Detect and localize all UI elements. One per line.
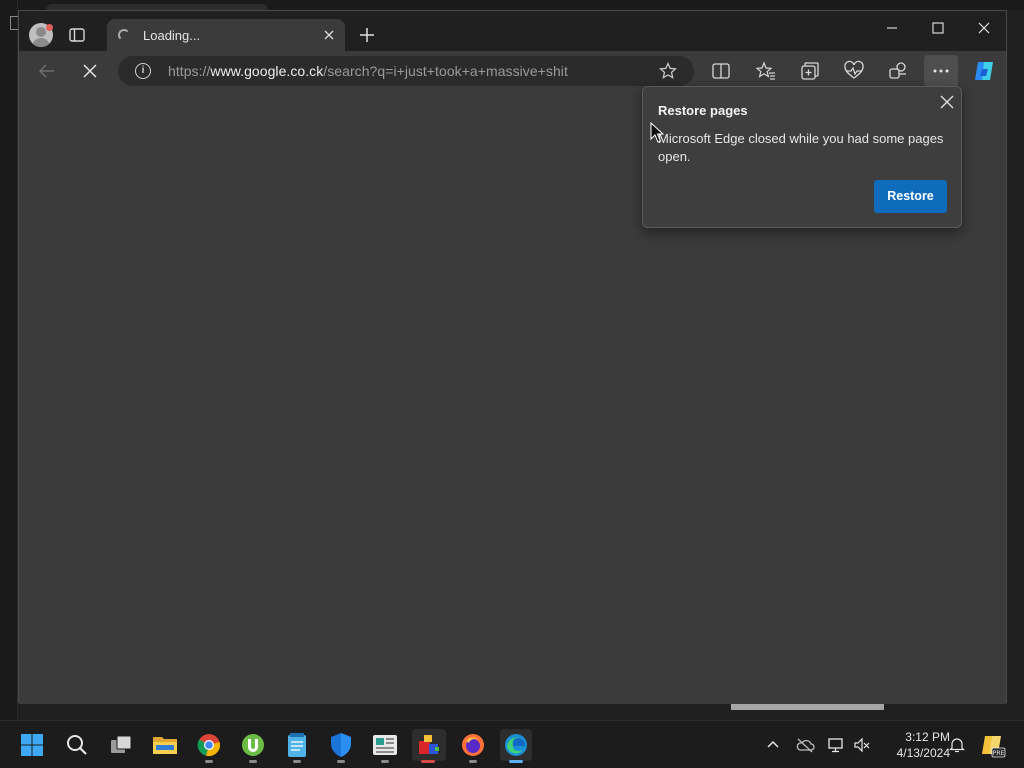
popup-message: Microsoft Edge closed while you had some… — [658, 131, 944, 164]
horizontal-scrollbar[interactable] — [731, 704, 884, 710]
search-icon — [67, 735, 87, 755]
chrome-icon — [197, 734, 220, 756]
desktop-left-strip — [0, 0, 18, 720]
firefox-button[interactable] — [457, 729, 489, 763]
news-app-button[interactable] — [369, 729, 401, 763]
background-window-icon — [10, 16, 18, 30]
restore-pages-popup: Restore pages Microsoft Edge closed whil… — [642, 86, 962, 228]
system-clock[interactable]: 3:12 PM 4/13/2024 — [880, 729, 950, 761]
notification-bell-icon[interactable] — [948, 736, 966, 754]
notepad-button[interactable] — [281, 729, 313, 763]
task-view-button[interactable] — [105, 729, 137, 761]
task-view-icon — [111, 735, 132, 753]
restore-button[interactable]: Restore — [874, 180, 947, 213]
url-scheme: https:// — [168, 63, 211, 79]
windows-security-button[interactable] — [325, 729, 357, 763]
back-arrow-icon[interactable] — [37, 62, 57, 80]
show-hidden-icons-chevron-up-icon[interactable] — [764, 736, 782, 754]
network-icon[interactable] — [827, 736, 845, 754]
windows-logo-icon — [21, 734, 43, 756]
file-explorer-button[interactable] — [149, 729, 181, 761]
tab-active[interactable]: Loading... — [107, 19, 345, 51]
utorrent-icon — [242, 734, 264, 756]
chrome-button[interactable] — [193, 729, 225, 763]
collections-icon[interactable] — [799, 60, 821, 82]
onedrive-offline-icon[interactable] — [795, 736, 815, 754]
svg-text:PRE: PRE — [993, 750, 1005, 757]
clock-time: 3:12 PM — [905, 730, 950, 744]
url-path: /search?q=i+just+took+a+massive+shit — [323, 63, 568, 79]
tab-title: Loading... — [143, 28, 201, 43]
close-popup-icon[interactable] — [939, 94, 955, 110]
red-app-button[interactable] — [412, 729, 446, 763]
folder-icon — [153, 737, 177, 754]
close-tab-icon[interactable] — [321, 27, 337, 43]
utorrent-button[interactable] — [237, 729, 269, 763]
extensions-icon[interactable] — [887, 60, 909, 82]
favorites-icon[interactable] — [755, 60, 777, 82]
navigation-toolbar: i https://www.google.co.ck/search?q=i+ju… — [19, 51, 1006, 91]
copilot-icon[interactable] — [972, 59, 996, 83]
popup-title: Restore pages — [658, 103, 748, 118]
url-text[interactable]: https://www.google.co.ck/search?q=i+just… — [168, 63, 568, 79]
stop-loading-icon[interactable] — [81, 62, 99, 80]
site-info-icon[interactable]: i — [135, 63, 151, 79]
settings-and-more-button[interactable] — [924, 55, 958, 87]
start-button[interactable] — [16, 729, 48, 761]
more-dots-icon — [933, 69, 949, 73]
edge-button[interactable] — [500, 729, 532, 763]
notepad-icon — [288, 733, 306, 757]
url-host: www.google.co.ck — [210, 63, 324, 79]
minimize-icon[interactable] — [877, 19, 907, 37]
profile-notification-dot — [46, 24, 53, 31]
firefox-icon — [462, 734, 484, 756]
app-icon — [419, 735, 439, 754]
clock-date: 4/13/2024 — [896, 746, 950, 760]
split-screen-icon[interactable] — [710, 60, 732, 82]
address-bar[interactable]: i https://www.google.co.ck/search?q=i+ju… — [118, 56, 694, 86]
favorite-star-icon[interactable] — [659, 62, 677, 80]
taskbar: 3:12 PM 4/13/2024 PRE — [0, 720, 1024, 768]
copilot-taskbar-icon[interactable]: PRE — [980, 733, 1006, 759]
tab-actions-icon[interactable] — [67, 25, 87, 45]
maximize-icon[interactable] — [923, 19, 953, 37]
title-bar: Loading... — [19, 11, 1006, 51]
mouse-cursor-icon — [650, 122, 664, 143]
news-icon — [373, 735, 397, 755]
search-button[interactable] — [61, 729, 93, 761]
shield-icon — [331, 733, 351, 757]
loading-spinner-icon — [118, 29, 130, 41]
edge-icon — [505, 734, 527, 756]
close-window-icon[interactable] — [969, 19, 999, 37]
volume-muted-icon[interactable] — [853, 736, 871, 754]
browser-essentials-icon[interactable] — [843, 60, 865, 82]
new-tab-plus-icon[interactable] — [357, 25, 377, 45]
